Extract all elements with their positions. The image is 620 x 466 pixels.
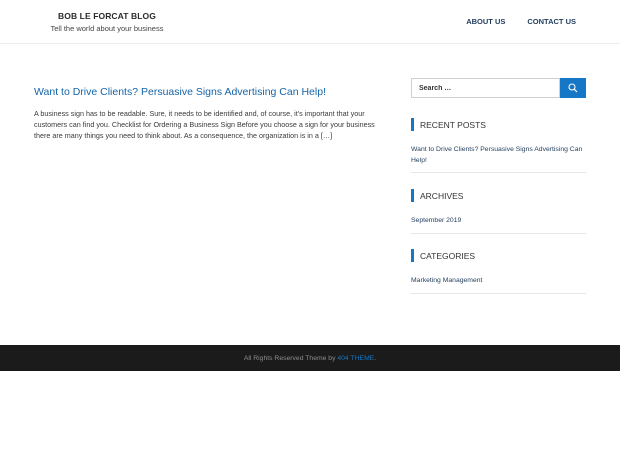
footer-text-prefix: All Rights Reserved Theme by: [243, 354, 338, 362]
site-branding: BOB LE FORCAT BLOG Tell the world about …: [50, 11, 164, 33]
search-input[interactable]: [411, 78, 560, 98]
site-description: Tell the world about your business: [50, 24, 164, 33]
recent-posts-widget: RECENT POSTS Want to Drive Clients? Pers…: [411, 118, 586, 173]
recent-posts-title: RECENT POSTS: [411, 118, 586, 131]
sidebar: RECENT POSTS Want to Drive Clients? Pers…: [411, 78, 586, 294]
footer-theme-link[interactable]: 404 THEME: [337, 355, 374, 362]
search-form: [411, 78, 586, 98]
archive-link-september-2019[interactable]: September 2019: [411, 216, 586, 227]
list-item: September 2019: [411, 216, 586, 227]
categories-widget: CATEGORIES Marketing Management: [411, 249, 586, 294]
post-title-link[interactable]: Want to Drive Clients? Persuasive Signs …: [34, 85, 384, 99]
footer-credit: All Rights Reserved Theme by 404 THEME.: [244, 355, 376, 362]
footer-text-suffix: .: [374, 354, 377, 362]
post-entry: Want to Drive Clients? Persuasive Signs …: [34, 85, 384, 141]
archives-widget: ARCHIVES September 2019: [411, 189, 586, 234]
archives-list: September 2019: [411, 216, 586, 234]
category-link-marketing-management[interactable]: Marketing Management: [411, 276, 586, 287]
categories-list: Marketing Management: [411, 276, 586, 294]
main-navigation: ABOUT US CONTACT US: [466, 17, 576, 26]
categories-title: CATEGORIES: [411, 249, 586, 262]
recent-posts-list: Want to Drive Clients? Persuasive Signs …: [411, 145, 586, 173]
list-item: Marketing Management: [411, 276, 586, 287]
search-button[interactable]: [560, 78, 586, 98]
list-item: Want to Drive Clients? Persuasive Signs …: [411, 145, 586, 166]
nav-about-us[interactable]: ABOUT US: [466, 17, 505, 26]
search-icon: [568, 83, 578, 93]
main-content: Want to Drive Clients? Persuasive Signs …: [34, 85, 384, 141]
recent-post-link[interactable]: Want to Drive Clients? Persuasive Signs …: [411, 145, 586, 166]
nav-contact-us[interactable]: CONTACT US: [527, 17, 576, 26]
site-title-link[interactable]: BOB LE FORCAT BLOG: [50, 11, 164, 21]
post-excerpt: A business sign has to be readable. Sure…: [34, 109, 375, 140]
site-footer: All Rights Reserved Theme by 404 THEME.: [0, 345, 620, 371]
site-header: BOB LE FORCAT BLOG Tell the world about …: [0, 0, 620, 44]
archives-title: ARCHIVES: [411, 189, 586, 202]
